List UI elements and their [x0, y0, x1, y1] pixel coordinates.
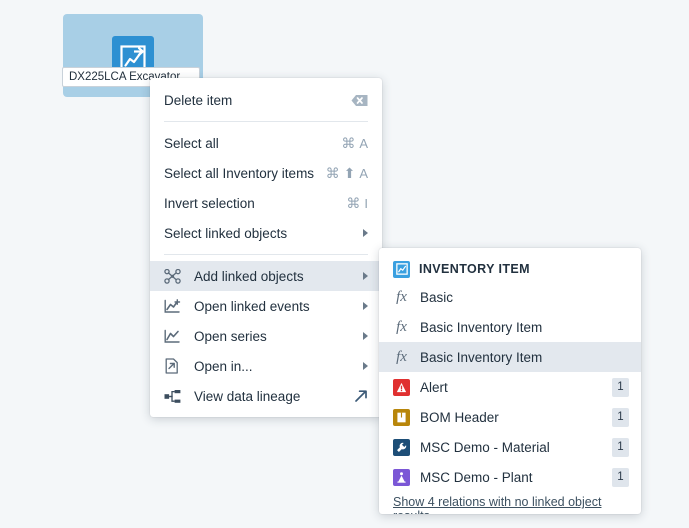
chevron-right-icon — [363, 272, 368, 280]
menu-item-select-all-inventory-items[interactable]: Select all Inventory items ⌘ ⬆ A — [150, 158, 382, 188]
chart-plus-icon — [164, 298, 186, 314]
submenu-header: INVENTORY ITEM — [379, 256, 641, 282]
submenu-item-basic-inventory-item-2[interactable]: fx Basic Inventory Item — [379, 342, 641, 372]
submenu-item-bom-header[interactable]: BOM Header 1 — [379, 402, 641, 432]
menu-item-label: Add linked objects — [194, 268, 304, 284]
menu-item-label: Open series — [194, 328, 267, 344]
menu-item-shortcut: ⌘ A — [341, 136, 368, 151]
chevron-right-icon — [363, 362, 368, 370]
shortcut-letter: I — [364, 195, 368, 211]
submenu-item-label: BOM Header — [420, 409, 499, 425]
fx-icon: fx — [396, 288, 407, 305]
submenu-item-msc-demo-material[interactable]: MSC Demo - Material 1 — [379, 432, 641, 462]
menu-item-delete-item[interactable]: Delete item — [150, 85, 382, 115]
menu-item-label: Delete item — [164, 92, 233, 108]
submenu-item-msc-demo-plant[interactable]: MSC Demo - Plant 1 — [379, 462, 641, 492]
menu-item-add-linked-objects[interactable]: Add linked objects — [150, 261, 382, 291]
fx-icon: fx — [396, 348, 407, 365]
shortcut-letter: A — [359, 165, 368, 181]
fx-icon: fx — [396, 318, 407, 335]
menu-divider — [164, 254, 368, 255]
data-lineage-icon — [164, 388, 186, 404]
wrench-icon — [393, 438, 410, 456]
submenu-item-count: 1 — [612, 437, 629, 457]
show-relations-link[interactable]: Show 4 relations with no linked object r… — [393, 495, 601, 514]
submenu-item-alert[interactable]: Alert 1 — [379, 372, 641, 402]
menu-item-open-in[interactable]: Open in... — [150, 351, 382, 381]
linked-objects-submenu: INVENTORY ITEM fx Basic fx Basic Invento… — [379, 248, 641, 514]
submenu-item-basic[interactable]: fx Basic — [379, 282, 641, 312]
submenu-item-count: 1 — [612, 377, 629, 397]
context-menu: Delete item Select all ⌘ A Select all In… — [150, 78, 382, 417]
submenu-item-count: 1 — [612, 467, 629, 487]
menu-item-invert-selection[interactable]: Invert selection ⌘ I — [150, 188, 382, 218]
chevron-right-icon — [363, 332, 368, 340]
inventory-chart-icon — [393, 260, 410, 278]
submenu-item-label: Basic Inventory Item — [420, 319, 543, 335]
bom-book-icon — [393, 408, 410, 426]
menu-item-select-all[interactable]: Select all ⌘ A — [150, 128, 382, 158]
chevron-right-icon — [363, 229, 368, 237]
submenu-item-label: MSC Demo - Plant — [420, 469, 533, 485]
open-external-document-icon — [164, 358, 186, 374]
menu-item-label: Select all Inventory items — [164, 165, 315, 181]
submenu-item-label: Alert — [420, 379, 448, 395]
menu-item-label: Invert selection — [164, 195, 255, 211]
chart-line-icon — [164, 328, 186, 344]
screen-root: DX225LCA Excavator Delete item Select al… — [0, 0, 689, 528]
menu-divider — [164, 121, 368, 122]
submenu-header-label: INVENTORY ITEM — [419, 262, 530, 276]
shift-key-icon: ⬆ — [343, 165, 356, 181]
menu-item-view-data-lineage[interactable]: View data lineage — [150, 381, 382, 411]
submenu-item-label: Basic — [420, 289, 454, 305]
menu-item-label: View data lineage — [194, 388, 301, 404]
linked-objects-icon — [164, 268, 186, 284]
command-key-icon: ⌘ — [341, 135, 356, 151]
submenu-item-count: 1 — [612, 407, 629, 427]
menu-item-select-linked-objects[interactable]: Select linked objects — [150, 218, 382, 248]
external-link-arrow-icon — [354, 389, 368, 403]
menu-item-shortcut: ⌘ ⬆ A — [326, 166, 368, 181]
command-key-icon: ⌘ — [325, 165, 340, 181]
delete-key-icon — [351, 94, 368, 107]
menu-item-shortcut: ⌘ I — [346, 196, 368, 211]
menu-item-label: Select linked objects — [164, 225, 288, 241]
menu-item-open-series[interactable]: Open series — [150, 321, 382, 351]
menu-item-label: Open linked events — [194, 298, 310, 314]
submenu-item-basic-inventory-item[interactable]: fx Basic Inventory Item — [379, 312, 641, 342]
chevron-right-icon — [363, 302, 368, 310]
submenu-item-label: MSC Demo - Material — [420, 439, 550, 455]
menu-item-label: Select all — [164, 135, 219, 151]
shortcut-letter: A — [359, 135, 368, 151]
menu-item-label: Open in... — [194, 358, 253, 374]
command-key-icon: ⌘ — [346, 195, 361, 211]
alert-triangle-icon — [393, 378, 410, 396]
menu-item-open-linked-events[interactable]: Open linked events — [150, 291, 382, 321]
submenu-footer: Show 4 relations with no linked object r… — [379, 492, 641, 514]
submenu-item-label: Basic Inventory Item — [420, 349, 543, 365]
plant-icon — [393, 468, 410, 486]
